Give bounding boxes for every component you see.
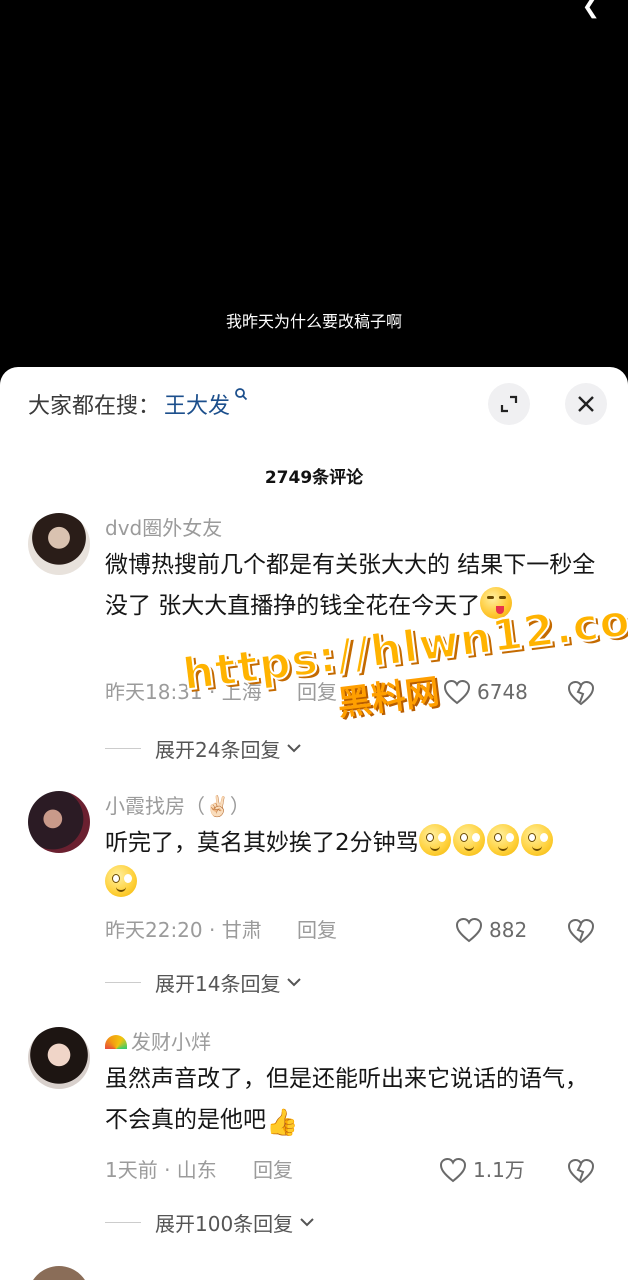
reply-button[interactable]: 回复 <box>297 913 337 947</box>
comment-text: 微博热搜前几个都是有关张大大的 结果下一秒全没了 张大大直播挣的钱全花在今天了 <box>105 552 596 619</box>
comments-count: 2749条评论 <box>264 468 364 488</box>
comments-sheet: 大家都在搜： 王大发 2749条评论 dvd圈外女友 微博热搜前几个都是有关张大… <box>0 367 628 1280</box>
smile-emoji-icon <box>486 824 519 856</box>
reply-button[interactable]: 回复 <box>297 675 337 709</box>
avatar[interactable] <box>28 1027 90 1089</box>
expand-replies-button[interactable]: 展开100条回复 <box>105 1207 315 1237</box>
comment-username[interactable]: dvd圈外女友 <box>105 513 605 543</box>
divider <box>105 747 141 749</box>
like-button[interactable]: 882 <box>455 913 527 947</box>
expand-icon <box>500 395 518 413</box>
comment-text: 听完了，莫名其妙挨了2分钟骂 <box>105 823 605 905</box>
thumbs-up-icon: 👍 <box>266 1108 299 1138</box>
heart-icon <box>443 679 471 705</box>
smile-emoji-icon <box>418 824 451 856</box>
avatar[interactable] <box>28 1266 90 1280</box>
search-prefix: 大家都在搜： <box>28 394 161 419</box>
broken-heart-icon <box>567 918 595 944</box>
dislike-button[interactable] <box>567 1158 595 1194</box>
comment-meta: 昨天22:20 · 甘肃 回复 882 <box>105 913 605 947</box>
comment-text: 虽然声音改了，但是还能听出来它说话的语气，不会真的是他吧👍 <box>105 1059 605 1144</box>
dislike-button[interactable] <box>567 918 595 954</box>
expand-replies-button[interactable]: 展开14条回复 <box>105 967 302 997</box>
divider <box>105 981 141 983</box>
divider <box>105 1221 141 1223</box>
expand-button[interactable] <box>488 383 530 425</box>
smile-emoji-icon <box>105 865 137 897</box>
search-suggestion[interactable]: 大家都在搜： 王大发 <box>28 387 248 421</box>
smile-emoji-icon <box>520 824 553 856</box>
corner-chevron-icon[interactable]: ❮ <box>582 0 600 19</box>
video-area[interactable]: ❮ 我昨天为什么要改稿子啊 <box>0 0 628 380</box>
chevron-down-icon <box>287 744 302 753</box>
heart-icon <box>439 1157 467 1183</box>
like-count: 6748 <box>477 680 528 704</box>
expand-replies-button[interactable]: 展开24条回复 <box>105 733 302 763</box>
close-button[interactable] <box>565 383 607 425</box>
comment-meta: 1天前 · 山东 回复 1.1万 <box>105 1153 605 1187</box>
like-count: 1.1万 <box>473 1158 525 1182</box>
rainbow-icon <box>105 1035 127 1049</box>
comment-time-location: 1天前 · 山东 <box>105 1158 217 1182</box>
comment-meta: 昨天18:31 · 上海 回复 6748 <box>105 675 605 709</box>
like-button[interactable]: 1.1万 <box>439 1153 525 1187</box>
smile-emoji-icon <box>452 824 485 856</box>
dislike-button[interactable] <box>567 680 595 716</box>
chevron-down-icon <box>300 1218 314 1227</box>
heart-icon <box>455 917 483 943</box>
reply-button[interactable]: 回复 <box>253 1153 293 1187</box>
like-button[interactable]: 6748 <box>443 675 528 709</box>
expand-replies-label: 展开14条回复 <box>155 971 281 996</box>
search-icon <box>234 387 248 405</box>
chevron-down-icon <box>287 978 302 987</box>
video-subtitle: 我昨天为什么要改稿子啊 <box>225 312 402 331</box>
comment-username[interactable]: 小霞找房（✌🏻） <box>105 791 605 821</box>
like-count: 882 <box>489 918 528 942</box>
comment-time-location: 昨天22:20 · 甘肃 <box>105 918 262 942</box>
avatar[interactable] <box>28 791 90 853</box>
broken-heart-icon <box>567 1158 595 1184</box>
avatar[interactable] <box>28 513 90 575</box>
comment-username[interactable]: 发财小烊 <box>105 1027 605 1057</box>
broken-heart-icon <box>567 680 595 706</box>
search-term-link[interactable]: 王大发 <box>164 388 230 420</box>
comment-time-location: 昨天18:31 · 上海 <box>105 680 262 704</box>
expand-replies-label: 展开24条回复 <box>155 737 281 762</box>
wink-emoji-icon <box>480 587 513 619</box>
close-icon <box>578 396 594 412</box>
expand-replies-label: 展开100条回复 <box>155 1211 294 1236</box>
